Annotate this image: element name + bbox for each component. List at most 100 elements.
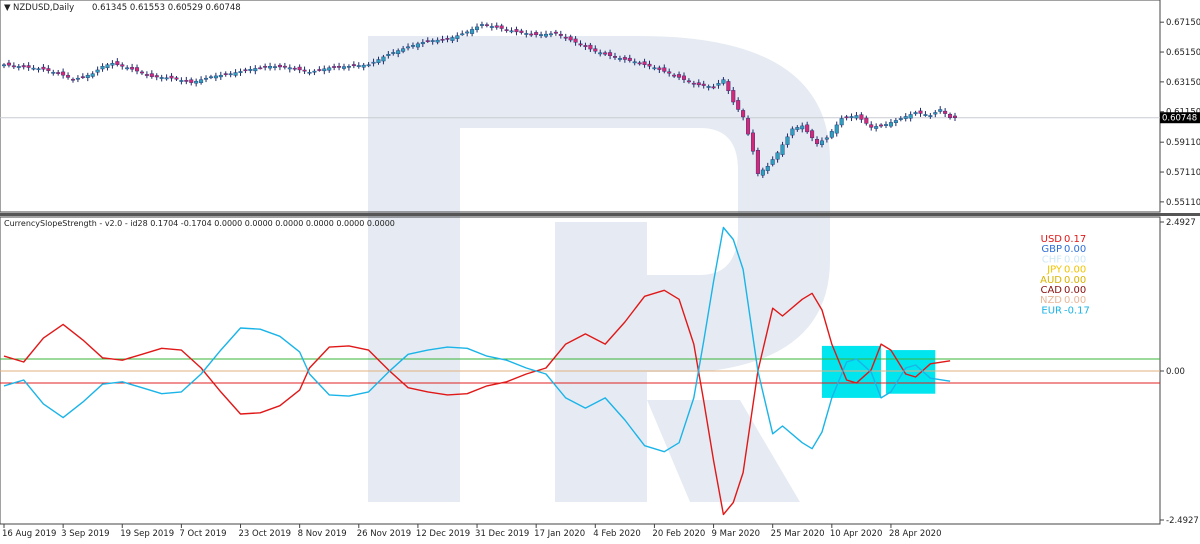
candle-body <box>760 169 765 176</box>
price-and-indicator-chart: 0.671500.651500.631500.611500.591100.571… <box>0 0 1200 540</box>
pane-separator[interactable] <box>0 213 1200 216</box>
time-tick-label: 9 Mar 2020 <box>712 529 760 539</box>
candle-body <box>346 66 351 68</box>
price-tick-label: 0.63150 <box>1166 78 1200 88</box>
candle-body <box>884 124 889 126</box>
ohlc-label: 0.61345 0.61553 0.60529 0.60748 <box>92 3 241 13</box>
candle-body <box>879 124 884 127</box>
candle-body <box>11 65 16 68</box>
candle-body <box>603 52 608 55</box>
candle-body <box>849 116 854 119</box>
candle-body <box>691 82 696 85</box>
candle-body <box>888 122 893 127</box>
candle-body <box>716 83 721 86</box>
candle-body <box>864 117 869 124</box>
candle-body <box>726 81 731 92</box>
candle-body <box>415 43 420 48</box>
time-tick-label: 25 Mar 2020 <box>771 529 825 539</box>
indicator-label: CurrencySlopeStrength - v2.0 - id28 0.17… <box>4 219 395 228</box>
candle-body <box>558 33 563 36</box>
candle-body <box>494 25 499 28</box>
candle-body <box>204 77 209 80</box>
candle-body <box>686 80 691 83</box>
candle-body <box>578 43 583 46</box>
candle-body <box>31 67 36 70</box>
candle-body <box>312 70 317 73</box>
chart-window: 0.671500.651500.631500.611500.591100.571… <box>0 0 1200 540</box>
candle-body <box>327 67 332 71</box>
candle-body <box>839 118 844 126</box>
time-tick-label: 19 Sep 2019 <box>120 529 174 539</box>
candle-body <box>672 74 677 77</box>
candle-body <box>21 65 26 68</box>
time-tick-label: 8 Nov 2019 <box>298 529 347 539</box>
candle-body <box>130 67 135 70</box>
candle-body <box>26 65 31 68</box>
candle-body <box>341 66 346 69</box>
candle-body <box>539 34 544 36</box>
candle-body <box>263 65 268 68</box>
candle-body <box>706 86 711 88</box>
candle-body <box>667 71 672 74</box>
price-tick-label: 0.55110 <box>1166 198 1200 208</box>
time-tick-label: 10 Apr 2020 <box>830 529 883 539</box>
candle-body <box>351 64 356 67</box>
time-tick-label: 28 Apr 2020 <box>889 529 942 539</box>
time-tick-label: 3 Sep 2019 <box>61 529 109 539</box>
candle-body <box>933 112 938 115</box>
symbol-menu-icon[interactable]: ▼ <box>4 3 11 13</box>
candle-body <box>154 75 159 78</box>
candle-body <box>519 30 524 33</box>
candle-body <box>479 24 484 26</box>
candle-body <box>41 66 46 70</box>
candle-body <box>307 71 312 74</box>
candle-body <box>144 74 149 76</box>
candle-body <box>85 74 90 78</box>
candle-body <box>169 75 174 79</box>
candle-body <box>317 69 322 71</box>
candle-body <box>208 76 213 79</box>
candle-body <box>750 132 755 152</box>
candle-body <box>647 63 652 67</box>
candle-body <box>780 144 785 155</box>
candle-body <box>248 68 253 71</box>
candle-body <box>770 159 775 165</box>
candle-body <box>287 67 292 70</box>
candle-body <box>544 33 549 37</box>
candle-body <box>450 37 455 41</box>
legend-value: -0.17 <box>1064 305 1090 316</box>
indicator-tick-label: 2.4927 <box>1166 218 1196 228</box>
candle-body <box>174 77 179 80</box>
candle-body <box>583 45 588 48</box>
candle-body <box>918 110 923 114</box>
candle-body <box>632 61 637 64</box>
candle-body <box>642 61 647 65</box>
candle-body <box>893 120 898 123</box>
candle-body <box>652 67 657 70</box>
legend-currency: EUR <box>1041 305 1062 316</box>
candle-body <box>292 67 297 70</box>
candle-body <box>800 125 805 130</box>
candle-body <box>297 66 302 71</box>
candle-body <box>563 36 568 39</box>
time-tick-label: 16 Aug 2019 <box>2 529 56 539</box>
candle-body <box>70 78 75 81</box>
candle-body <box>115 61 120 65</box>
candle-body <box>322 68 327 72</box>
candle-body <box>854 115 859 119</box>
candle-body <box>824 137 829 140</box>
candle-body <box>534 32 539 36</box>
candle-body <box>149 73 154 77</box>
highlight-box <box>821 345 882 398</box>
candle-body <box>381 56 386 62</box>
candle-body <box>805 124 810 133</box>
candle-body <box>489 26 494 28</box>
candle-body <box>928 115 933 117</box>
time-tick-label: 12 Dec 2019 <box>416 529 470 539</box>
candle-body <box>110 63 115 66</box>
candle-body <box>366 64 371 67</box>
candle-body <box>696 82 701 86</box>
candle-body <box>913 112 918 115</box>
candle-body <box>948 113 953 118</box>
candle-body <box>391 52 396 54</box>
